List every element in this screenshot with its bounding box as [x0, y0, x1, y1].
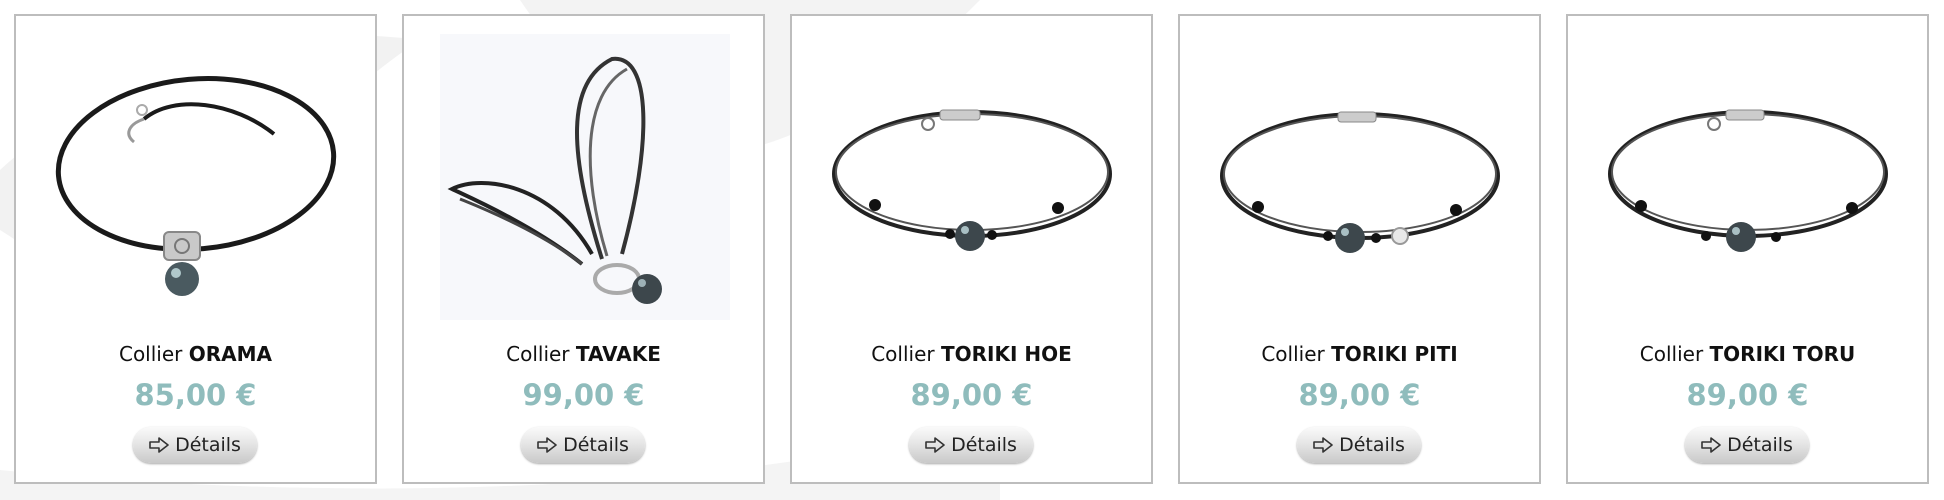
details-button[interactable]: Détails [133, 427, 257, 463]
product-price: 89,00 € [1298, 378, 1421, 412]
product-name: Collier TORIKI HOE [871, 342, 1072, 366]
details-button-label: Détails [563, 434, 629, 456]
arrow-right-icon [925, 437, 945, 453]
product-card[interactable]: Collier TORIKI TORU 89,00 € Détails [1566, 14, 1929, 484]
arrow-right-icon [537, 437, 557, 453]
product-price: 99,00 € [522, 378, 645, 412]
details-button-label: Détails [175, 434, 241, 456]
product-name: Collier ORAMA [118, 342, 273, 366]
product-card[interactable]: Collier TORIKI HOE 89,00 € Détails [790, 14, 1153, 484]
details-button-label: Détails [1339, 434, 1405, 456]
product-card[interactable]: Collier TORIKI PITI 89,00 € Détails [1178, 14, 1541, 484]
product-grid: Collier ORAMA 85,00 € Détails Collier TA… [0, 0, 1944, 500]
product-card[interactable]: Collier ORAMA 85,00 € Détails [14, 14, 377, 484]
details-button[interactable]: Détails [1685, 427, 1809, 463]
necklace-toriki-piti-image[interactable] [1198, 24, 1521, 324]
arrow-right-icon [149, 437, 169, 453]
product-name: Collier TAVAKE [506, 342, 661, 366]
product-price: 85,00 € [134, 378, 257, 412]
necklace-orama-image[interactable] [34, 24, 357, 324]
necklace-tavake-image[interactable] [422, 24, 745, 324]
product-price: 89,00 € [910, 378, 1033, 412]
details-button[interactable]: Détails [909, 427, 1033, 463]
details-button[interactable]: Détails [1297, 427, 1421, 463]
details-button-label: Détails [1727, 434, 1793, 456]
arrow-right-icon [1313, 437, 1333, 453]
details-button-label: Détails [951, 434, 1017, 456]
details-button[interactable]: Détails [521, 427, 645, 463]
necklace-toriki-toru-image[interactable] [1586, 24, 1909, 324]
product-card[interactable]: Collier TAVAKE 99,00 € Détails [402, 14, 765, 484]
product-price: 89,00 € [1686, 378, 1809, 412]
necklace-toriki-hoe-image[interactable] [810, 24, 1133, 324]
product-name: Collier TORIKI PITI [1261, 342, 1458, 366]
arrow-right-icon [1701, 437, 1721, 453]
product-name: Collier TORIKI TORU [1639, 342, 1856, 366]
